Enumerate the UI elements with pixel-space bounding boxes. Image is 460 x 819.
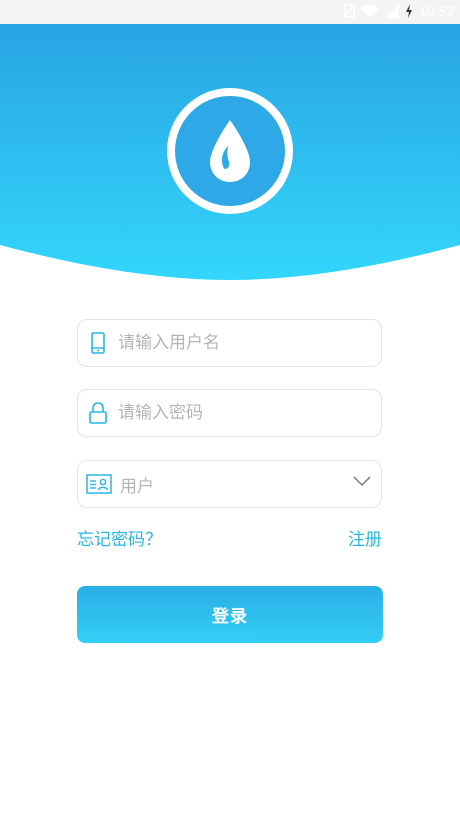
- username-input[interactable]: [118, 333, 358, 353]
- status-icons: 10:52: [342, 3, 454, 19]
- login-button[interactable]: 登录: [77, 586, 383, 643]
- status-time: 10:52: [418, 3, 454, 19]
- role-select-value: 用户: [120, 476, 154, 497]
- id-card-icon: [86, 472, 112, 496]
- password-field[interactable]: [77, 389, 382, 437]
- password-input[interactable]: [118, 403, 358, 423]
- phone-icon: [86, 331, 110, 355]
- role-select[interactable]: 用户: [77, 460, 382, 508]
- username-field[interactable]: [77, 319, 382, 367]
- signal-icon: [384, 4, 399, 18]
- no-sim-icon: [342, 4, 355, 18]
- forgot-password-link[interactable]: 忘记密码？: [77, 525, 162, 550]
- chevron-down-icon[interactable]: [353, 475, 371, 487]
- water-drop-icon: [210, 120, 250, 182]
- wifi-icon: [360, 4, 379, 18]
- lock-icon: [86, 401, 110, 425]
- battery-icon: [405, 4, 412, 18]
- register-link[interactable]: 注册: [348, 525, 382, 550]
- logo-circle: [175, 96, 285, 206]
- app-logo: [167, 88, 293, 214]
- status-bar: 10:52: [0, 0, 460, 24]
